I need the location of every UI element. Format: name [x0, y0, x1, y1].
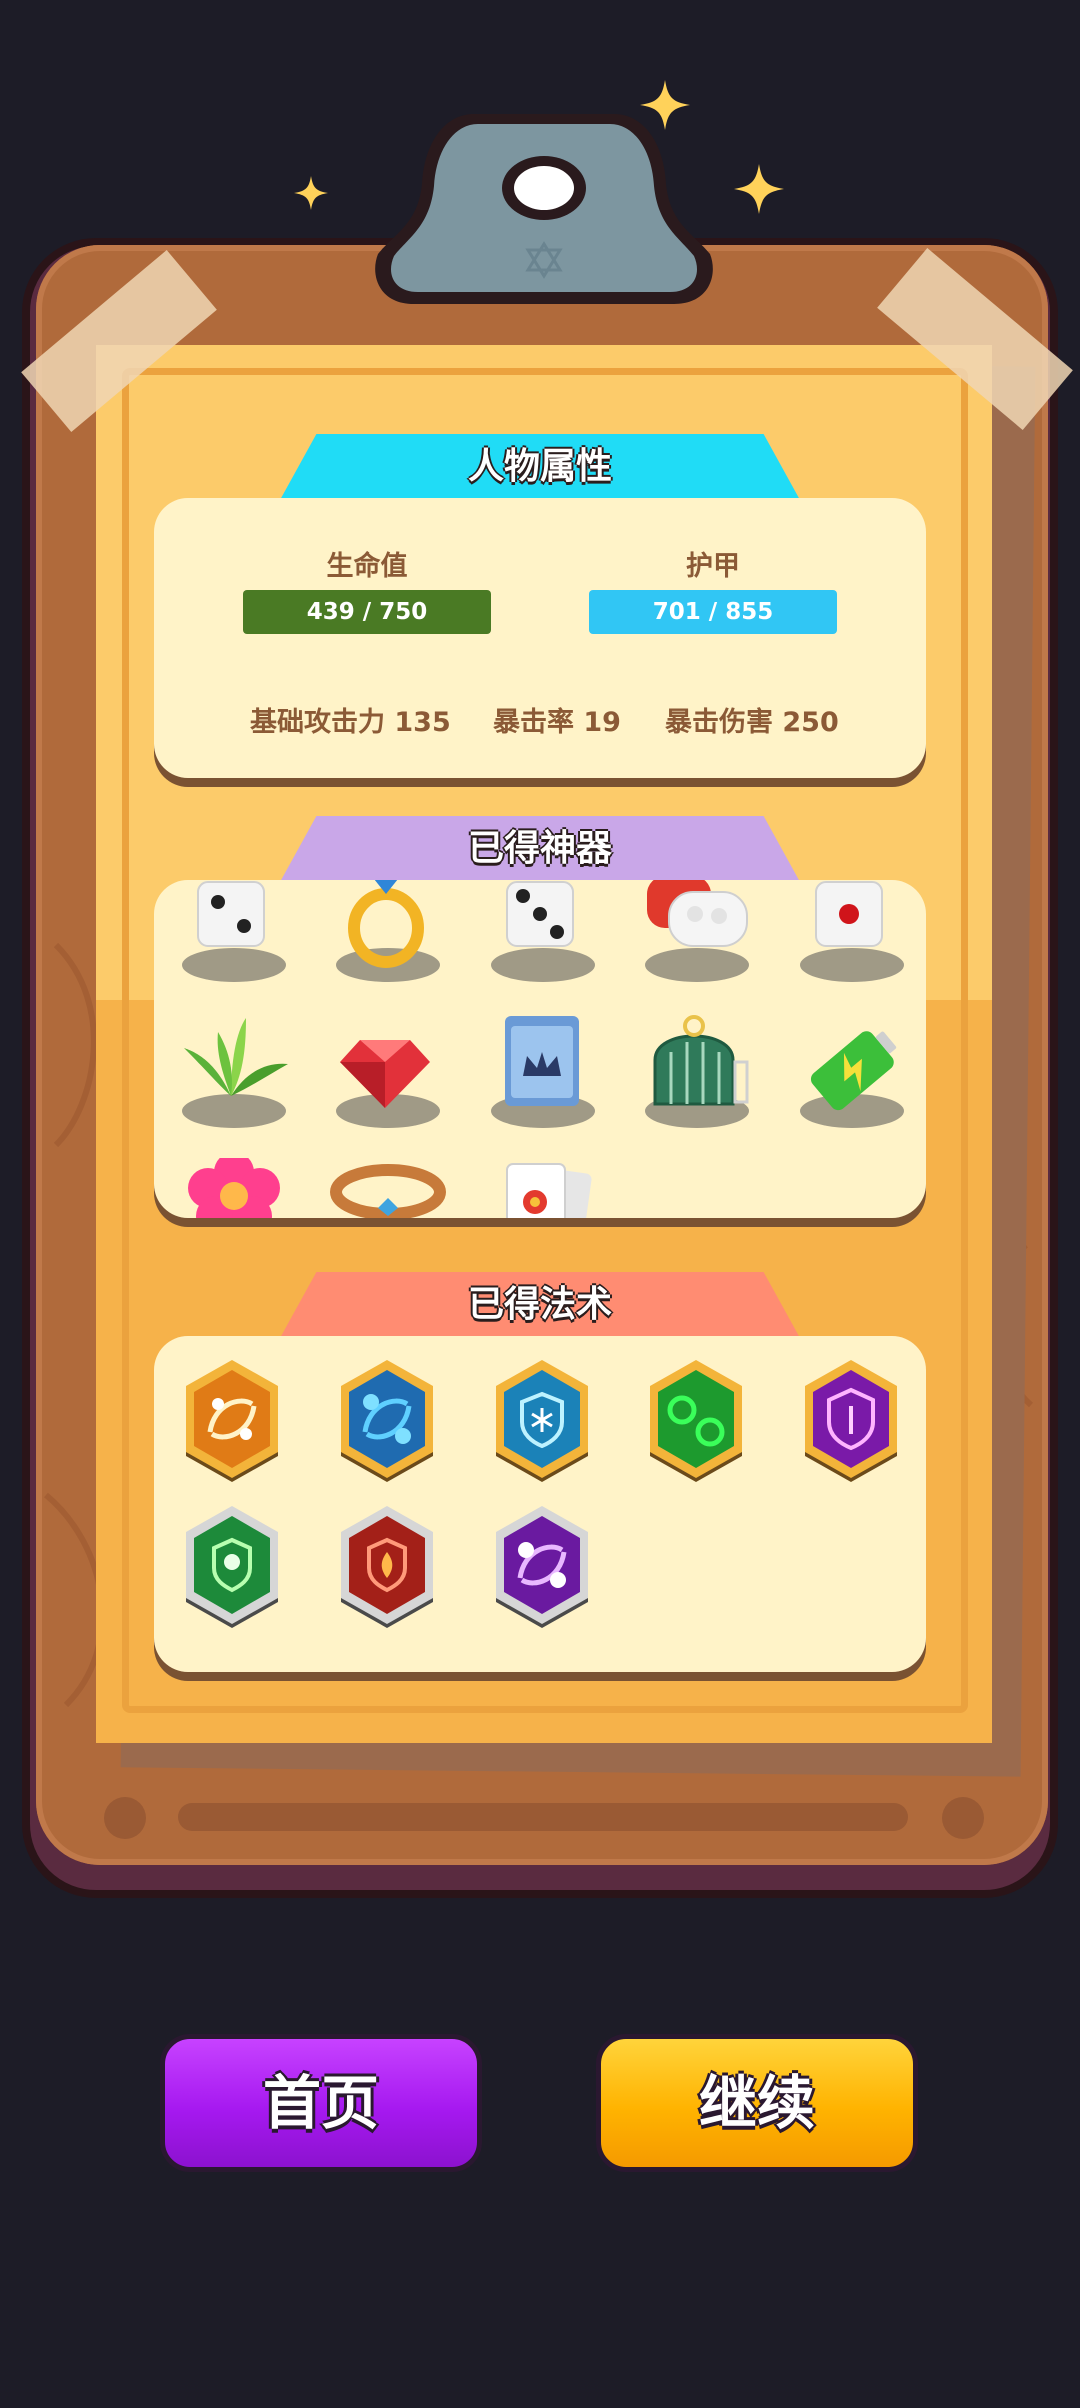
joker-card-icon[interactable]	[485, 1158, 605, 1218]
spells-title: 已得法术	[467, 1284, 612, 1325]
dice-3-icon[interactable]	[485, 880, 605, 984]
ice-shield-spell-icon[interactable]	[490, 1360, 594, 1490]
artifacts-title: 已得神器	[467, 828, 612, 869]
home-button[interactable]: 首页	[160, 2034, 482, 2172]
artifacts-card	[154, 880, 926, 1218]
green-orbs-spell-icon[interactable]	[644, 1360, 748, 1490]
spells-card	[154, 1336, 926, 1672]
armor-label: 护甲	[686, 551, 740, 582]
red-flame-shield-spell-icon[interactable]	[335, 1506, 439, 1636]
sparkle-icon	[294, 176, 328, 210]
attributes-title: 人物属性	[467, 446, 612, 487]
crit-rate-stat: 暴击率 19	[493, 707, 621, 738]
purple-shield-spell-icon[interactable]	[799, 1360, 903, 1490]
game-screen: 人物属性 生命值 439 / 750 护甲 701 / 855 基础攻击力 13…	[0, 0, 1080, 2408]
crown-bag-icon[interactable]	[485, 1012, 605, 1130]
clipboard-rail	[178, 1803, 908, 1831]
armor-bar: 701 / 855	[589, 590, 837, 634]
earbuds-case-icon[interactable]	[639, 880, 759, 984]
battery-icon[interactable]	[794, 1012, 914, 1130]
hp-label: 生命值	[326, 551, 408, 582]
red-gem-icon[interactable]	[330, 1012, 450, 1130]
dice-2-icon[interactable]	[176, 880, 296, 984]
green-skull-shield-spell-icon[interactable]	[180, 1506, 284, 1636]
orange-swirl-spell-icon[interactable]	[180, 1360, 284, 1490]
copper-bracelet-icon[interactable]	[330, 1158, 450, 1218]
clipboard-screw	[104, 1797, 146, 1839]
dice-1-icon[interactable]	[794, 880, 914, 984]
attack-stat: 基础攻击力 135	[250, 707, 451, 738]
purple-orbs-spell-icon[interactable]	[490, 1506, 594, 1636]
gold-ring-icon[interactable]	[330, 880, 450, 984]
continue-button[interactable]: 继续	[596, 2034, 918, 2172]
bird-cage-icon[interactable]	[639, 1012, 759, 1130]
blue-orbs-spell-icon[interactable]	[335, 1360, 439, 1490]
pink-flower-icon[interactable]	[176, 1158, 296, 1218]
herb-leaves-icon[interactable]	[176, 1012, 296, 1130]
clipboard-screw	[942, 1797, 984, 1839]
sparkle-icon	[734, 164, 784, 214]
hp-bar: 439 / 750	[243, 590, 491, 634]
crit-damage-stat: 暴击伤害 250	[665, 707, 839, 738]
clipboard-clip	[375, 114, 713, 304]
